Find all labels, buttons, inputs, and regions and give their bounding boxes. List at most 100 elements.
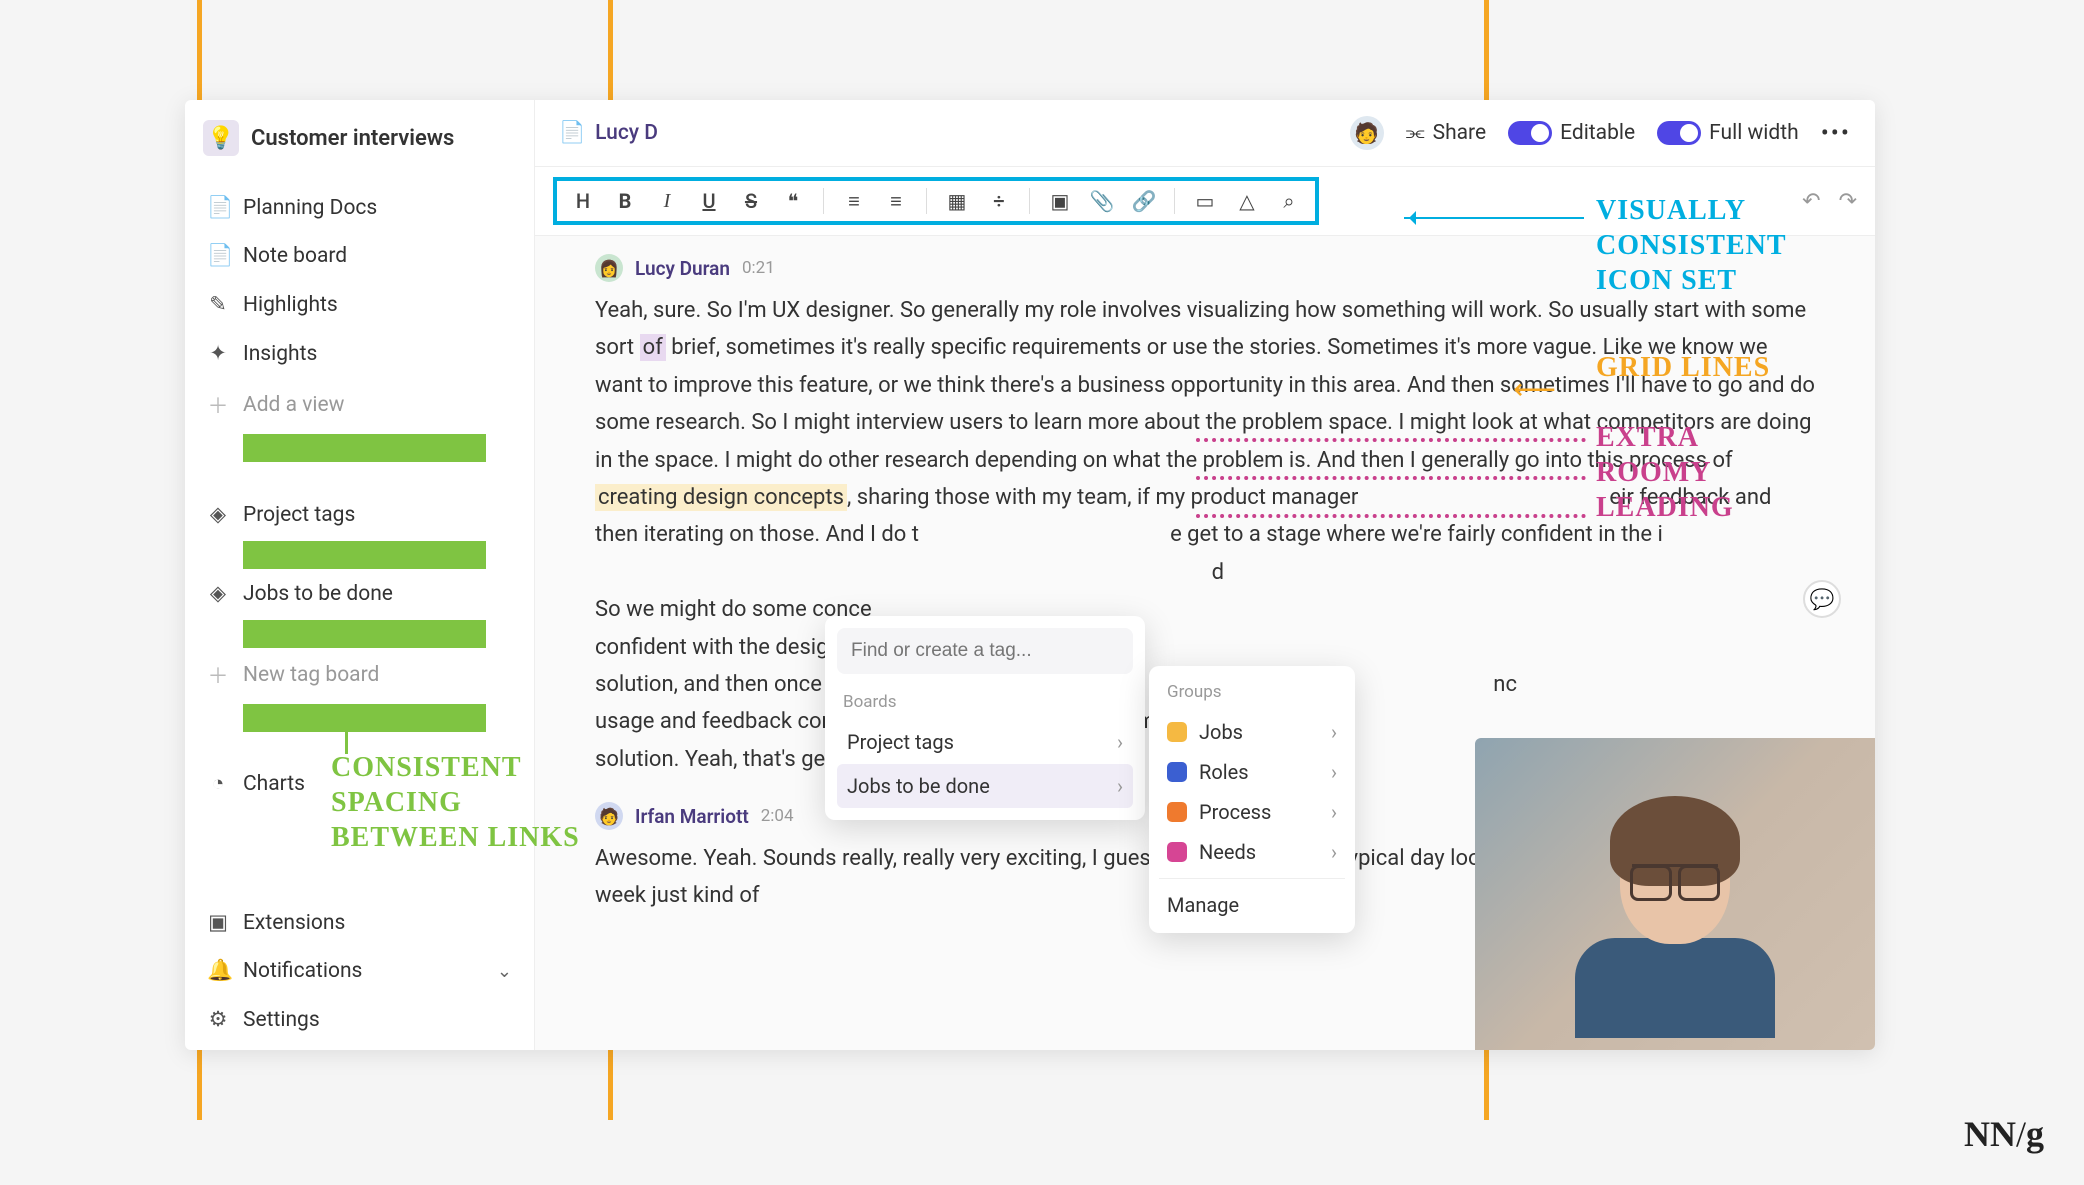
highlight-yellow[interactable]: creating design concepts xyxy=(595,484,847,511)
nng-logo: NN/g xyxy=(1964,1113,2044,1155)
tag-icon: ◈ xyxy=(207,581,229,606)
text: d xyxy=(1212,560,1224,585)
tag-popup: Boards Project tags › Jobs to be done › … xyxy=(825,616,1145,820)
annotation-leading-line xyxy=(1196,476,1586,480)
chevron-right-icon: › xyxy=(1331,840,1337,864)
sidebar-item-notifications[interactable]: 🔔 Notifications ⌄ xyxy=(203,947,516,995)
divider-button[interactable]: ÷ xyxy=(981,183,1017,219)
editable-toggle[interactable]: Editable xyxy=(1508,121,1635,145)
doc-icon: 📄 xyxy=(559,121,585,145)
bold-button[interactable]: B xyxy=(607,183,643,219)
sidebar-item-new-tag-board[interactable]: ＋ New tag board xyxy=(203,648,516,702)
highlight-purple[interactable]: of xyxy=(640,334,666,361)
speaker-avatar: 👩 xyxy=(595,254,623,282)
tag-search-input[interactable] xyxy=(837,628,1133,674)
sidebar-label: Planning Docs xyxy=(243,196,377,220)
sidebar-item-planning-docs[interactable]: 📄 Planning Docs xyxy=(203,184,516,232)
image-button[interactable]: ▣ xyxy=(1042,183,1078,219)
link-button[interactable]: 🔗 xyxy=(1126,183,1162,219)
cloud-button[interactable]: △ xyxy=(1229,183,1265,219)
submenu-manage[interactable]: Manage xyxy=(1159,878,1345,923)
annotation-text: CONSISTENT xyxy=(331,752,522,784)
popup-item-project-tags[interactable]: Project tags › xyxy=(837,720,1133,764)
toggle-switch[interactable] xyxy=(1508,121,1552,145)
heading-button[interactable]: H xyxy=(565,183,601,219)
sidebar-item-add-view[interactable]: ＋ Add a view xyxy=(203,378,516,432)
sidebar-item-extensions[interactable]: ▣ Extensions xyxy=(203,898,516,947)
sidebar-label: Notifications xyxy=(243,959,362,983)
text: , sharing those with my team, if my prod… xyxy=(847,485,1358,510)
sidebar-label: Charts xyxy=(243,772,305,796)
main-header: 📄 Lucy D 🧑 ⫘ Share Editable Full width •… xyxy=(535,100,1875,166)
submenu-label: Needs xyxy=(1199,840,1256,864)
sidebar-item-insights[interactable]: ✦ Insights xyxy=(203,329,516,378)
table-button[interactable]: ▦ xyxy=(939,183,975,219)
editable-label: Editable xyxy=(1560,121,1635,145)
popup-item-jobs[interactable]: Jobs to be done › xyxy=(837,764,1133,808)
fullwidth-toggle[interactable]: Full width xyxy=(1657,121,1799,145)
sidebar-label: Note board xyxy=(243,244,347,268)
numbered-list-button[interactable]: ≡ xyxy=(878,183,914,219)
sparkle-icon: ✦ xyxy=(207,341,229,366)
bullet-list-button[interactable]: ≡ xyxy=(836,183,872,219)
highlight-icon: ✎ xyxy=(207,292,229,317)
popup-item-label: Project tags xyxy=(847,730,954,754)
sidebar-item-jobs[interactable]: ◈ Jobs to be done xyxy=(203,569,516,618)
text: e get to a stage where we're fairly conf… xyxy=(1170,522,1663,547)
sidebar-label: Highlights xyxy=(243,293,338,317)
doc-title[interactable]: 📄 Lucy D xyxy=(559,121,658,145)
quote-button[interactable]: ❝ xyxy=(775,183,811,219)
separator xyxy=(823,188,824,214)
sidebar-item-settings[interactable]: ⚙ Settings xyxy=(203,995,516,1044)
color-swatch xyxy=(1167,842,1187,862)
popup-section-label: Boards xyxy=(843,692,1127,712)
submenu-item-jobs[interactable]: Jobs › xyxy=(1159,712,1345,752)
video-thumbnail[interactable] xyxy=(1475,738,1875,1050)
sidebar-label: Settings xyxy=(243,1008,320,1032)
comment-icon[interactable]: 💬 xyxy=(1803,580,1841,618)
tag-icon: ◈ xyxy=(207,502,229,527)
video-button[interactable]: ▭ xyxy=(1187,183,1223,219)
share-button[interactable]: ⫘ Share xyxy=(1406,121,1486,145)
chevron-right-icon: › xyxy=(1117,774,1123,798)
popup-item-label: Jobs to be done xyxy=(847,774,990,798)
undo-button[interactable]: ↶ xyxy=(1802,189,1820,214)
attach-button[interactable]: 📎 xyxy=(1084,183,1120,219)
sidebar-label: Jobs to be done xyxy=(243,582,393,606)
speaker-name: Lucy Duran xyxy=(635,257,730,280)
chevron-down-icon: ⌄ xyxy=(497,961,512,982)
bell-icon: 🔔 xyxy=(207,959,229,983)
lightbulb-icon: 💡 xyxy=(203,120,239,156)
sidebar-label: Insights xyxy=(243,342,317,366)
annotation-text: LEADING xyxy=(1596,492,1734,524)
find-button[interactable]: ⌕ xyxy=(1271,183,1307,219)
strike-button[interactable]: S xyxy=(733,183,769,219)
more-icon[interactable]: ••• xyxy=(1821,119,1851,147)
redo-button[interactable]: ↷ xyxy=(1839,189,1857,214)
submenu-item-process[interactable]: Process › xyxy=(1159,792,1345,832)
sidebar-item-note-board[interactable]: 📄 Note board xyxy=(203,232,516,280)
user-avatar[interactable]: 🧑 xyxy=(1350,116,1384,150)
annotation-text: EXTRA xyxy=(1596,422,1699,454)
speaker-time: 2:04 xyxy=(761,806,794,826)
chevron-right-icon: › xyxy=(1331,800,1337,824)
annotation-leading-line xyxy=(1196,514,1586,518)
submenu-item-needs[interactable]: Needs › xyxy=(1159,832,1345,872)
speaker-avatar: 🧑 xyxy=(595,802,623,830)
plus-icon: ＋ xyxy=(207,390,229,420)
submenu-item-roles[interactable]: Roles › xyxy=(1159,752,1345,792)
toggle-switch[interactable] xyxy=(1657,121,1701,145)
sidebar-item-project-tags[interactable]: ◈ Project tags xyxy=(203,490,516,539)
annotation-spacing-bar xyxy=(243,541,486,569)
sidebar-label: Extensions xyxy=(243,911,345,935)
doc-title-text: Lucy D xyxy=(595,121,658,145)
underline-button[interactable]: U xyxy=(691,183,727,219)
sidebar-item-highlights[interactable]: ✎ Highlights xyxy=(203,280,516,329)
annotation-leading-line xyxy=(1196,438,1586,442)
chevron-right-icon: › xyxy=(1331,720,1337,744)
separator xyxy=(1029,188,1030,214)
chevron-right-icon: › xyxy=(1117,730,1123,754)
annotation-arrow xyxy=(1404,217,1584,219)
italic-button[interactable]: I xyxy=(649,183,685,219)
plus-icon: ＋ xyxy=(207,660,229,690)
